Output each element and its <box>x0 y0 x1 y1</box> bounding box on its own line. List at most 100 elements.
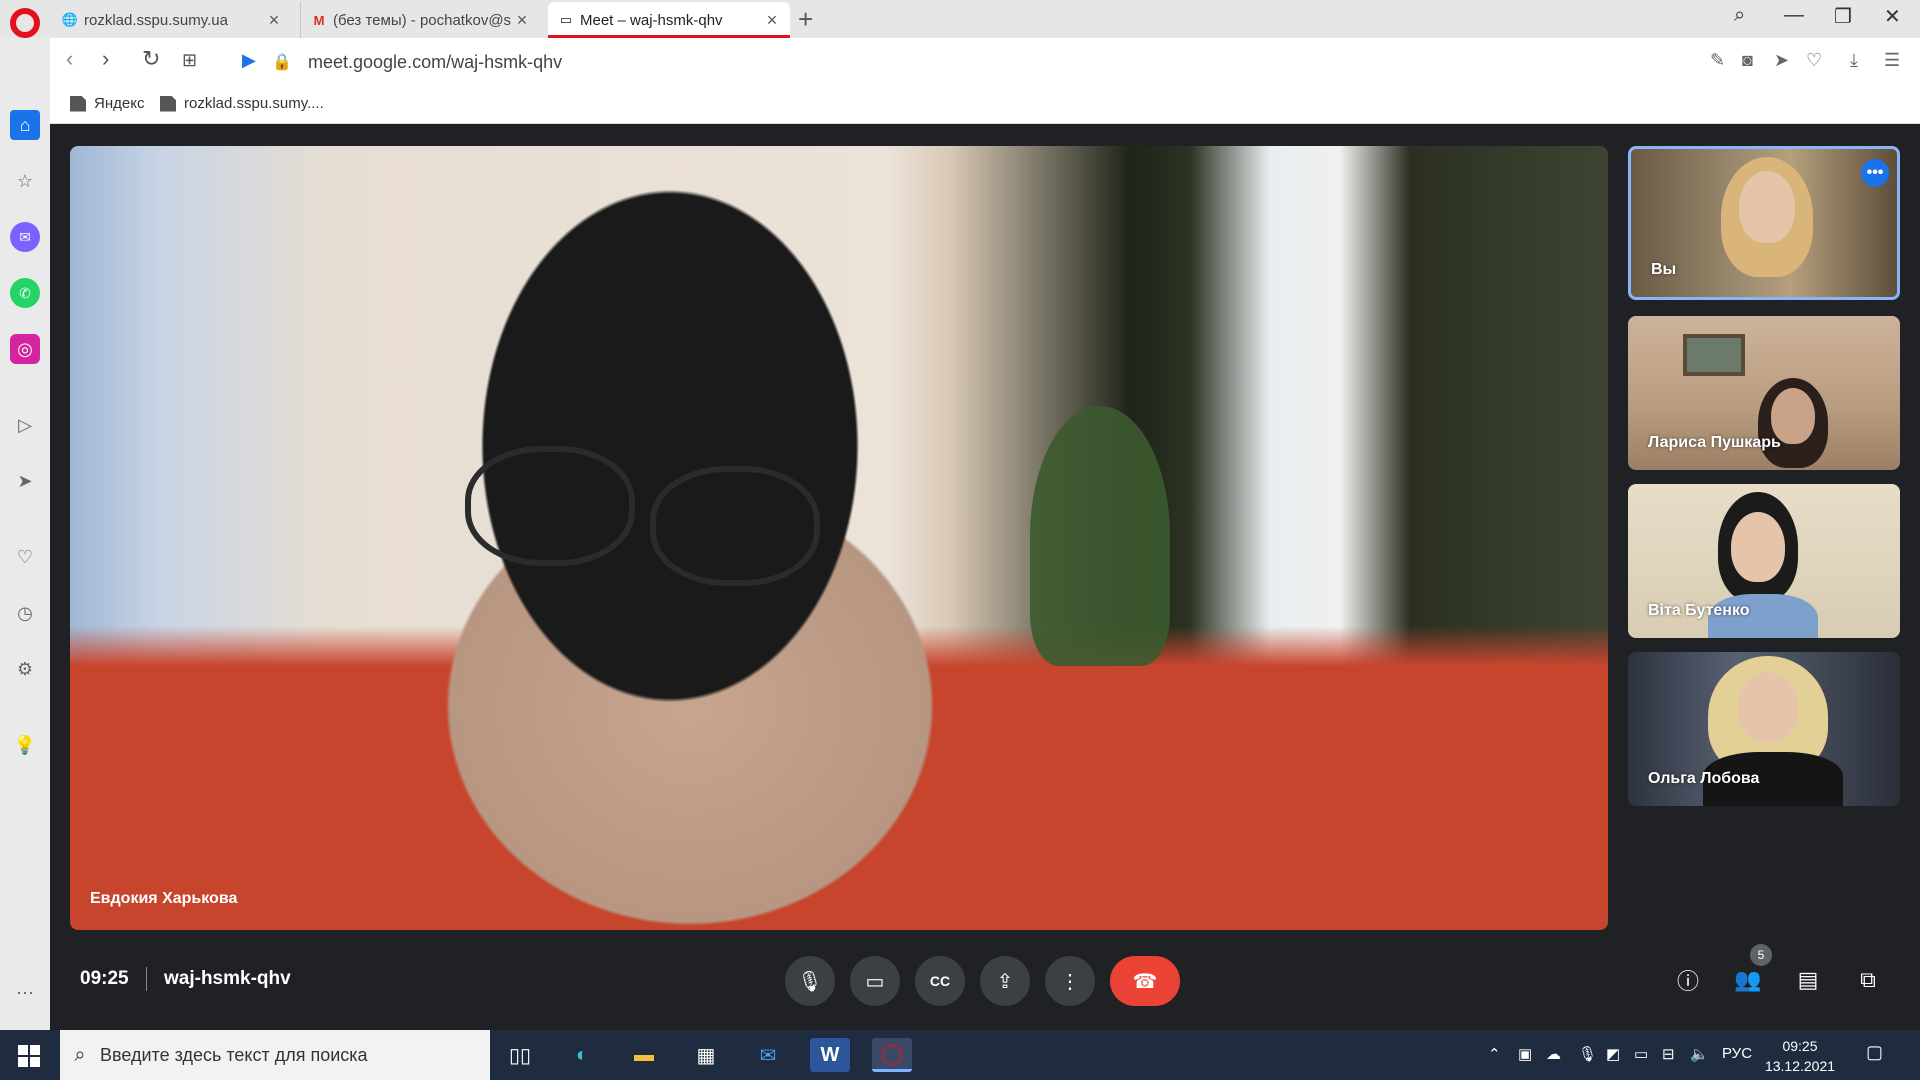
notifications-icon[interactable]: ▢ <box>1866 1042 1883 1063</box>
forward-button[interactable]: › <box>102 46 109 72</box>
more-icon[interactable]: ⋯ <box>10 978 40 1008</box>
search-icon[interactable]: ⌕ <box>1734 4 1745 27</box>
tray-arrow-icon[interactable]: ⌃ <box>1488 1045 1501 1063</box>
glasses-right <box>650 466 820 586</box>
easy-setup-icon[interactable]: ☰ <box>1884 50 1900 71</box>
bookmark-label: rozklad.sspu.sumy.... <box>184 95 324 112</box>
tab-meet[interactable]: ▭ Meet – waj-hsmk-qhv × <box>548 2 790 38</box>
present-button[interactable]: ⇪ <box>980 956 1030 1006</box>
send-to-icon[interactable]: ➤ <box>1774 50 1789 71</box>
minimize-button[interactable]: — <box>1784 4 1804 27</box>
more-options-button[interactable]: ⋮ <box>1045 956 1095 1006</box>
home-icon[interactable]: ⌂ <box>10 110 40 140</box>
tab-rozklad[interactable]: 🌐 rozklad.sspu.sumy.ua × <box>52 2 292 38</box>
store-icon[interactable]: ▦ <box>686 1038 726 1072</box>
volume-icon[interactable]: 🔈 <box>1690 1045 1709 1063</box>
chat-icon[interactable]: ▤ <box>1792 964 1824 996</box>
close-icon[interactable]: × <box>266 10 282 31</box>
microphone-button[interactable]: 🎙 <box>785 956 835 1006</box>
more-options-icon[interactable]: ••• <box>1861 159 1889 187</box>
url-field[interactable]: meet.google.com/waj-hsmk-qhv <box>308 52 562 73</box>
edit-icon[interactable]: ✎ <box>1710 50 1725 71</box>
word-icon[interactable]: W <box>810 1038 850 1072</box>
back-button[interactable]: ‹ <box>66 46 73 72</box>
hang-up-icon: ☎ <box>1132 970 1158 993</box>
camera-button[interactable]: ▭ <box>850 956 900 1006</box>
participant-face <box>1739 171 1795 243</box>
bookmark-label: Яндекс <box>94 95 145 112</box>
opera-logo-icon[interactable] <box>10 8 40 38</box>
new-tab-button[interactable]: + <box>798 4 813 35</box>
bookmark-heart-icon[interactable]: ♡ <box>1806 50 1822 71</box>
leave-call-button[interactable]: ☎ <box>1110 956 1180 1006</box>
edge-icon[interactable]: ◐ <box>562 1038 602 1072</box>
instagram-icon[interactable]: ◎ <box>10 334 40 364</box>
bookmark-rozklad[interactable]: rozklad.sspu.sumy.... <box>160 95 324 112</box>
captions-button[interactable]: CC <box>915 956 965 1006</box>
participant-tile[interactable]: Лариса Пушкарь <box>1628 316 1900 470</box>
tab-title: rozklad.sspu.sumy.ua <box>84 11 228 29</box>
meeting-code: waj-hsmk-qhv <box>164 968 291 989</box>
activities-icon[interactable]: ⧉ <box>1852 964 1884 996</box>
windows-start-icon[interactable] <box>18 1045 40 1067</box>
captions-icon: CC <box>929 973 951 989</box>
download-icon[interactable]: ⤓ <box>1850 50 1858 71</box>
main-speaker-video[interactable]: Евдокия Харькова <box>70 146 1608 930</box>
page-icon <box>70 95 86 112</box>
onedrive-icon[interactable]: ☁ <box>1546 1045 1561 1063</box>
glasses-left <box>465 446 635 566</box>
wall-picture <box>1683 334 1745 376</box>
tips-icon[interactable]: 💡 <box>10 730 40 760</box>
search-icon: ⌕ <box>74 1043 86 1066</box>
close-window-button[interactable]: ✕ <box>1884 4 1901 29</box>
clock-time: 09:25 <box>1782 1038 1818 1054</box>
gmail-icon: M <box>313 12 325 28</box>
tray-mic-icon[interactable]: 🎙 <box>1578 1045 1597 1063</box>
player-icon[interactable]: ▷ <box>10 410 40 440</box>
task-view-icon[interactable]: ▯▯ <box>500 1038 540 1072</box>
meet-area: Евдокия Харькова ••• Вы Лариса Пушкарь В… <box>50 124 1920 1030</box>
windows-taskbar: ⌕ Введите здесь текст для поиска ▯▯ ◐ ▬ … <box>0 1030 1920 1080</box>
bookmark-yandex[interactable]: Яндекс <box>70 95 144 112</box>
file-explorer-icon[interactable]: ▬ <box>624 1038 664 1072</box>
language-indicator[interactable]: РУС <box>1722 1045 1752 1062</box>
messenger-icon[interactable]: ✉ <box>10 222 40 252</box>
participant-count-badge: 5 <box>1750 944 1772 966</box>
mail-icon[interactable]: ✉ <box>748 1038 788 1072</box>
participant-face <box>1731 512 1785 582</box>
whatsapp-icon[interactable]: ✆ <box>10 278 40 308</box>
meeting-info-icon[interactable]: ⓘ <box>1672 964 1704 996</box>
history-icon[interactable]: ◷ <box>10 598 40 628</box>
taskbar-clock[interactable]: 09:25 13.12.2021 <box>1760 1036 1840 1076</box>
participant-tile[interactable]: Віта Бутенко <box>1628 484 1900 638</box>
reload-button[interactable]: ↻ <box>142 46 160 72</box>
taskbar-search[interactable]: ⌕ Введите здесь текст для поиска <box>60 1030 490 1080</box>
tray-camera-icon[interactable]: ▣ <box>1518 1045 1532 1063</box>
search-placeholder: Введите здесь текст для поиска <box>100 1044 368 1065</box>
tabs-overview-icon[interactable]: ⊞ <box>182 50 197 71</box>
browser-tabstrip: 🌐 rozklad.sspu.sumy.ua × M (без темы) - … <box>0 0 1920 38</box>
battery-icon[interactable]: ▭ <box>1634 1045 1648 1063</box>
participant-tile-self[interactable]: ••• Вы <box>1628 146 1900 300</box>
restore-button[interactable]: ❐ <box>1834 4 1852 29</box>
lock-icon[interactable]: 🔒 <box>272 52 292 72</box>
tab-gmail[interactable]: M (без темы) - pochatkov@s × <box>300 2 540 38</box>
tray-app-icon[interactable]: ◩ <box>1606 1045 1620 1063</box>
send-icon[interactable]: ➤ <box>10 466 40 496</box>
opera-sidebar: ⌂ ☆ ✉ ✆ ◎ ▷ ➤ ♡ ◷ ⚙ 💡 ⋯ <box>0 38 50 1030</box>
page-icon <box>160 95 176 112</box>
settings-icon[interactable]: ⚙ <box>10 654 40 684</box>
snapshot-icon[interactable]: ◙ <box>1742 50 1753 71</box>
participant-tile[interactable]: Ольга Лобова <box>1628 652 1900 806</box>
network-icon[interactable]: ⊟ <box>1662 1045 1675 1063</box>
meeting-time: 09:25 <box>80 968 129 989</box>
speed-dial-icon[interactable]: ☆ <box>10 166 40 196</box>
opera-taskbar-icon[interactable]: ◯ <box>872 1038 912 1072</box>
people-icon[interactable]: 👥 <box>1732 964 1764 996</box>
heart-icon[interactable]: ♡ <box>10 542 40 572</box>
address-bar: ‹ › ↻ ⊞ ▶ 🔒 meet.google.com/waj-hsmk-qhv… <box>50 38 1920 86</box>
camera-indicator-icon[interactable]: ▶ <box>242 50 256 71</box>
bookmarks-bar: Яндекс rozklad.sspu.sumy.... <box>50 86 1920 124</box>
close-icon[interactable]: × <box>514 10 530 31</box>
close-icon[interactable]: × <box>764 10 780 31</box>
